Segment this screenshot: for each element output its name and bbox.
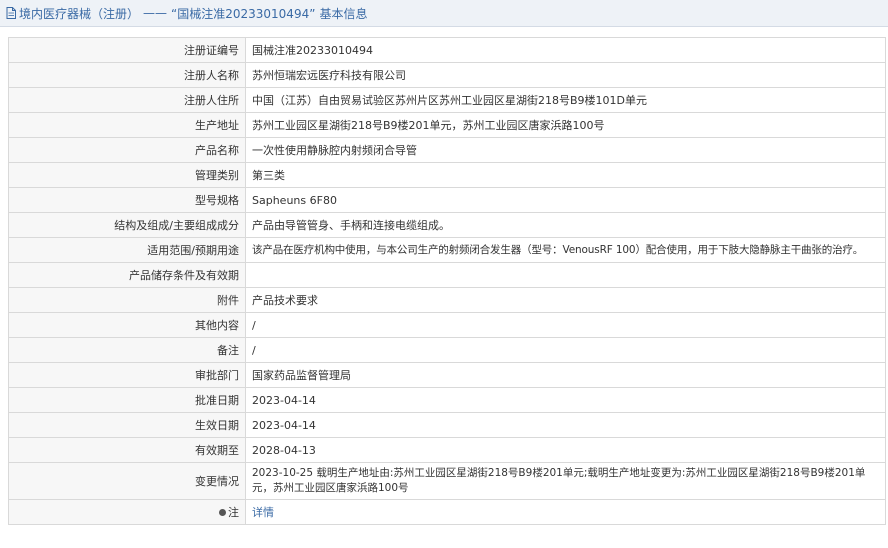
table-row: 型号规格 Sapheuns 6F80 [8, 187, 886, 213]
row-label: 管理类别 [8, 162, 246, 188]
row-value: 该产品在医疗机构中使用，与本公司生产的射频闭合发生器（型号：VenousRF 1… [245, 237, 886, 263]
row-label: 附件 [8, 287, 246, 313]
pin-icon [219, 508, 226, 516]
table-row: 适用范围/预期用途 该产品在医疗机构中使用，与本公司生产的射频闭合发生器（型号：… [8, 237, 886, 263]
page-title-suffix: 基本信息 [319, 6, 368, 21]
row-value: 产品由导管管身、手柄和连接电缆组成。 [245, 212, 886, 238]
row-value: 一次性使用静脉腔内射频闭合导管 [245, 137, 886, 163]
row-label: 审批部门 [8, 362, 246, 388]
document-icon [6, 7, 16, 19]
table-row: 其他内容 / [8, 312, 886, 338]
row-label: 产品名称 [8, 137, 246, 163]
row-value [245, 262, 886, 288]
note-label-cell: 注 [8, 499, 246, 525]
row-value: 中国（江苏）自由贸易试验区苏州片区苏州工业园区星湖街218号B9楼101D单元 [245, 87, 886, 113]
page-title-bar: 境内医疗器械（注册） —— “国械注准20233010494” 基本信息 [0, 0, 888, 27]
row-label: 备注 [8, 337, 246, 363]
row-label: 注册人住所 [8, 87, 246, 113]
table-row-note: 注 详情 [8, 499, 886, 525]
table-row: 产品名称 一次性使用静脉腔内射频闭合导管 [8, 137, 886, 163]
row-value: 苏州工业园区星湖街218号B9楼201单元，苏州工业园区唐家浜路100号 [245, 112, 886, 138]
table-row: 审批部门 国家药品监督管理局 [8, 362, 886, 388]
row-label: 适用范围/预期用途 [8, 237, 246, 263]
row-value: Sapheuns 6F80 [245, 187, 886, 213]
row-label: 产品储存条件及有效期 [8, 262, 246, 288]
table-row: 有效期至 2028-04-13 [8, 437, 886, 463]
row-value: 2023-04-14 [245, 387, 886, 413]
row-value: 国械注准20233010494 [245, 37, 886, 63]
row-label: 有效期至 [8, 437, 246, 463]
table-row: 附件 产品技术要求 [8, 287, 886, 313]
row-label: 其他内容 [8, 312, 246, 338]
table-row: 生产地址 苏州工业园区星湖街218号B9楼201单元，苏州工业园区唐家浜路100… [8, 112, 886, 138]
table-row: 结构及组成/主要组成成分 产品由导管管身、手柄和连接电缆组成。 [8, 212, 886, 238]
row-value: 产品技术要求 [245, 287, 886, 313]
row-value: 第三类 [245, 162, 886, 188]
table-row: 产品储存条件及有效期 [8, 262, 886, 288]
row-label: 生产地址 [8, 112, 246, 138]
row-value: 2023-10-25 载明生产地址由:苏州工业园区星湖街218号B9楼201单元… [245, 462, 886, 500]
row-label: 生效日期 [8, 412, 246, 438]
row-value: / [245, 337, 886, 363]
note-value-cell: 详情 [245, 499, 886, 525]
row-value: 2028-04-13 [245, 437, 886, 463]
content: 注册证编号 国械注准20233010494 注册人名称 苏州恒瑞宏远医疗科技有限… [0, 27, 888, 525]
table-row: 生效日期 2023-04-14 [8, 412, 886, 438]
row-value: / [245, 312, 886, 338]
row-value: 国家药品监督管理局 [245, 362, 886, 388]
table-row: 变更情况 2023-10-25 载明生产地址由:苏州工业园区星湖街218号B9楼… [8, 462, 886, 500]
info-table: 注册证编号 国械注准20233010494 注册人名称 苏州恒瑞宏远医疗科技有限… [8, 37, 886, 525]
table-row: 注册人名称 苏州恒瑞宏远医疗科技有限公司 [8, 62, 886, 88]
record-number: “国械注准20233010494” [171, 6, 316, 21]
table-row: 备注 / [8, 337, 886, 363]
row-label: 变更情况 [8, 462, 246, 500]
table-row: 注册证编号 国械注准20233010494 [8, 37, 886, 63]
table-row: 批准日期 2023-04-14 [8, 387, 886, 413]
breadcrumb-category: 境内医疗器械（注册） [19, 6, 140, 21]
row-value: 2023-04-14 [245, 412, 886, 438]
details-link[interactable]: 详情 [252, 506, 274, 519]
note-label: 注 [228, 505, 239, 519]
row-value: 苏州恒瑞宏远医疗科技有限公司 [245, 62, 886, 88]
row-label: 批准日期 [8, 387, 246, 413]
row-label: 结构及组成/主要组成成分 [8, 212, 246, 238]
breadcrumb-separator: —— [143, 6, 168, 20]
row-label: 型号规格 [8, 187, 246, 213]
row-label: 注册证编号 [8, 37, 246, 63]
table-row: 注册人住所 中国（江苏）自由贸易试验区苏州片区苏州工业园区星湖街218号B9楼1… [8, 87, 886, 113]
table-row: 管理类别 第三类 [8, 162, 886, 188]
row-label: 注册人名称 [8, 62, 246, 88]
